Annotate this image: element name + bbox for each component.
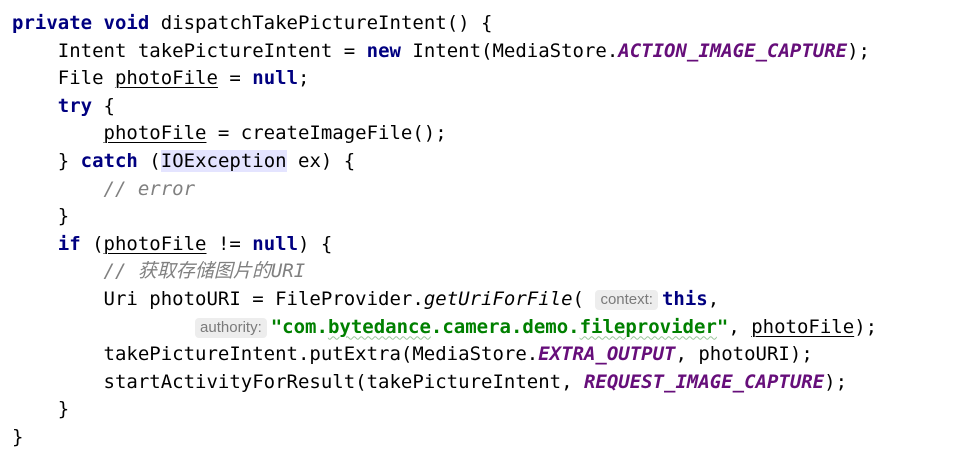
string-part: ": [716, 315, 729, 338]
code-text: ex) {: [286, 149, 356, 172]
code-line-5: photoFile = createImageFile();: [0, 120, 975, 148]
code-text: (: [80, 232, 104, 255]
keyword: this: [661, 287, 708, 310]
code-line-3: File photoFile = null;: [0, 65, 975, 93]
keyword: if: [57, 232, 81, 255]
code-line-12: authority: "com.bytedance.camera.demo.fil…: [0, 314, 975, 342]
keyword: try: [57, 94, 93, 117]
code-line-15: }: [0, 396, 975, 424]
constant: ACTION_IMAGE_CAPTURE: [618, 39, 848, 62]
code-line-1: private void dispatchTakePictureIntent()…: [0, 10, 975, 38]
comment: // error: [103, 177, 196, 200]
code-text: startActivityForResult(takePictureIntent…: [103, 370, 584, 393]
code-text: }: [57, 149, 81, 172]
variable: photoFile: [114, 67, 218, 90]
code-text: =: [217, 67, 253, 90]
code-text: {: [92, 94, 115, 117]
code-text: File: [57, 67, 115, 90]
highlighted-class[interactable]: IOException: [160, 149, 287, 172]
code-line-10: // 获取存储图片的URI: [0, 258, 975, 286]
code-text: !=: [206, 232, 253, 255]
code-text: );: [847, 39, 870, 62]
code-line-2: Intent takePictureIntent = new Intent(Me…: [0, 38, 975, 66]
variable: photoFile: [103, 122, 207, 145]
code-text: ,: [728, 315, 752, 338]
code-text: }: [57, 398, 70, 421]
code-line-13: takePictureIntent.putExtra(MediaStore.EX…: [0, 341, 975, 369]
string-part-typo: fileprovider: [579, 315, 717, 338]
code-text: (: [137, 149, 161, 172]
code-line-7: // error: [0, 176, 975, 204]
string-part-typo: bytedance: [327, 315, 431, 338]
code-editor[interactable]: private void dispatchTakePictureIntent()…: [0, 0, 975, 463]
constant: EXTRA_OUTPUT: [538, 343, 676, 366]
constant: REQUEST_IMAGE_CAPTURE: [583, 370, 825, 393]
code-line-14: startActivityForResult(takePictureIntent…: [0, 369, 975, 397]
keyword: null: [252, 67, 299, 90]
code-text: (: [572, 287, 584, 310]
code-text: Intent(MediaStore.: [400, 39, 619, 62]
method-signature: dispatchTakePictureIntent() {: [149, 12, 493, 34]
code-text: Intent takePictureIntent =: [57, 39, 367, 62]
code-line-11: Uri photoURI = FileProvider.getUriForFil…: [0, 286, 975, 314]
code-text: );: [824, 370, 848, 393]
code-line-6: } catch (IOException ex) {: [0, 148, 975, 176]
code-text: = createImageFile();: [206, 122, 447, 145]
keyword: private void: [12, 12, 150, 34]
code-text: takePictureIntent.putExtra(MediaStore.: [103, 343, 539, 366]
string-part: "com.: [270, 315, 328, 338]
comment: // 获取存储图片的URI: [103, 260, 306, 283]
static-method: getUriForFile: [423, 287, 573, 310]
keyword: null: [252, 232, 299, 255]
code-text: ,: [707, 287, 720, 310]
code-line-8: }: [0, 203, 975, 231]
code-line-9: if (photoFile != null) {: [0, 231, 975, 259]
code-text: , photoURI);: [675, 343, 813, 366]
variable: photoFile: [751, 315, 855, 338]
keyword: new: [366, 39, 401, 62]
code-text: }: [57, 205, 70, 228]
parameter-hint: authority:: [195, 317, 267, 338]
code-line-16: }: [0, 424, 975, 452]
string-part: .camera.demo.: [430, 315, 580, 338]
code-text: ;: [298, 67, 310, 90]
code-line-4: try {: [0, 93, 975, 121]
string-literal: "com.bytedance.camera.demo.fileprovider": [271, 316, 729, 338]
code-text: );: [854, 315, 878, 338]
code-text: Uri photoURI = FileProvider.: [103, 287, 424, 310]
parameter-hint: context:: [595, 289, 658, 310]
code-text: }: [12, 425, 24, 448]
code-text: ) {: [298, 232, 333, 255]
keyword: catch: [80, 149, 138, 172]
variable: photoFile: [103, 232, 207, 255]
